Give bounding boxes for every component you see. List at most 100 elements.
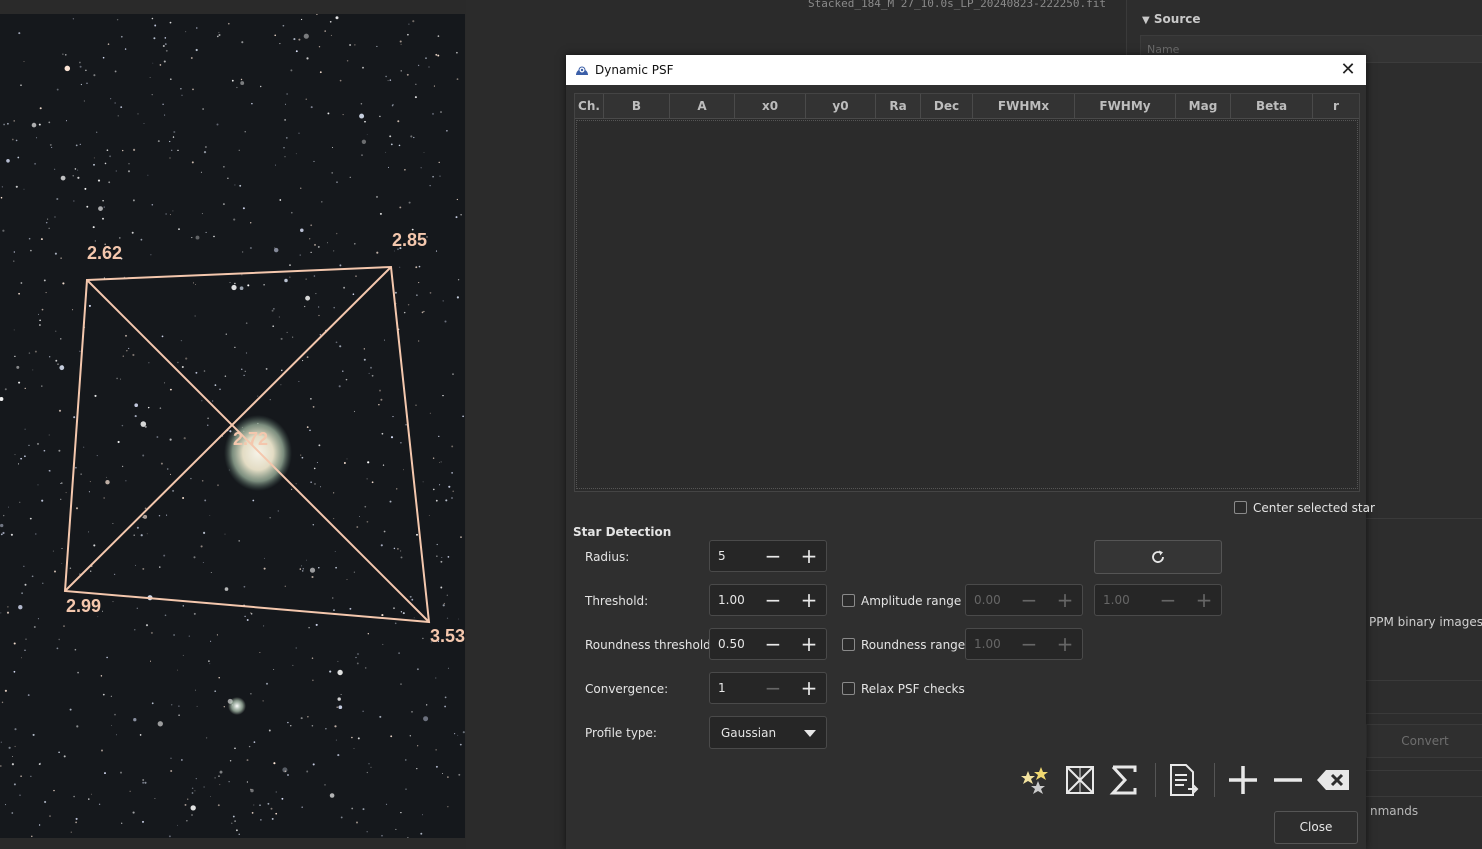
star-dot [273,762,276,765]
image-filename: Stacked_184_M 27_10.0s_LP_20240823-22225… [808,0,1107,10]
star-dot [318,314,320,317]
radius-spinner[interactable]: 5 − + [709,540,827,572]
column-header[interactable]: Ch. [575,94,604,118]
sum-icon[interactable] [1105,761,1143,799]
refresh-icon [1152,550,1164,563]
star-dot [379,715,382,718]
star-dot [203,151,207,154]
convergence-value[interactable]: 1 [718,681,726,695]
plus-icon[interactable]: + [792,629,826,659]
star-dot [154,24,157,27]
clear-all-icon[interactable] [1314,761,1352,799]
star-dot [200,171,202,173]
star-dot [290,725,292,727]
astro-image[interactable]: 2.62 2.85 2.72 2.99 3.53 [0,14,465,838]
star-dot [114,713,116,716]
roundness-threshold-spinner[interactable]: 0.50 − + [709,628,827,660]
column-header[interactable]: Mag [1176,94,1231,118]
star-dot [102,56,105,59]
star-dot [300,454,302,456]
star-dot [36,442,40,445]
export-list-icon[interactable] [1163,761,1201,799]
column-header[interactable]: Ra [876,94,921,118]
table-body[interactable] [576,120,1358,489]
column-header[interactable]: A [670,94,735,118]
star-dot [182,497,185,499]
amplitude-range-checkbox[interactable] [842,594,855,607]
column-header[interactable]: B [604,94,670,118]
plus-icon[interactable]: + [792,673,826,703]
star-dot [60,482,62,485]
roundness-range-checkbox[interactable] [842,638,855,651]
star-dot [306,426,309,428]
divider [1366,770,1482,771]
star-dot [216,634,218,636]
close-icon[interactable]: ✕ [1336,58,1360,82]
star-dot [151,17,154,20]
plus-icon[interactable]: + [792,585,826,615]
column-header[interactable]: FWHMy [1075,94,1176,118]
star-dot [178,714,180,717]
remove-star-icon[interactable] [1269,761,1307,799]
star-dot [417,745,419,747]
star-dot [223,706,225,708]
plus-icon[interactable]: + [792,541,826,571]
minus-icon[interactable]: − [756,585,790,615]
column-header[interactable]: y0 [806,94,876,118]
astro-image-canvas[interactable]: 2.62 2.85 2.72 2.99 3.53 [0,14,465,838]
star-dot [438,435,440,438]
star-dot [60,498,62,500]
star-dot [251,812,254,814]
profile-type-select[interactable]: Gaussian [709,716,827,749]
star-dot [349,607,352,610]
star-dot [157,140,160,143]
star-dot [23,565,25,567]
refresh-button[interactable] [1094,540,1222,574]
add-star-icon[interactable] [1224,761,1262,799]
star-dot [191,814,193,816]
star-dot [398,652,400,654]
star-dot [389,79,392,81]
relax-psf-checkbox[interactable] [842,682,855,695]
radius-value[interactable]: 5 [718,549,726,563]
star-dot [457,734,459,736]
star-dot [236,829,238,832]
dialog-titlebar[interactable]: Dynamic PSF ✕ [566,55,1366,85]
psf-results-table[interactable]: Ch. B A x0 y0 Ra Dec FWHMx FWHMy Mag Bet… [574,93,1360,492]
column-header[interactable]: r [1313,94,1359,118]
minus-icon[interactable]: − [756,541,790,571]
convert-button[interactable]: Convert [1366,724,1482,758]
star-dot [275,791,277,793]
star-dot [398,144,401,147]
column-header[interactable]: Dec [921,94,973,118]
star-dot [423,716,429,722]
threshold-value[interactable]: 1.00 [718,593,745,607]
column-header[interactable]: FWHMx [973,94,1075,118]
amplitude-max-value: 1.00 [1103,593,1130,607]
star-dot [164,37,167,39]
roundness-range-value: 1.00 [974,637,1001,651]
star-dot [307,716,309,718]
star-dot [400,70,402,72]
star-dot [238,149,240,151]
source-section-header[interactable]: ▼ Source [1142,12,1201,26]
star-dot [247,284,250,287]
fwhm-label-center: 2.72 [233,429,268,449]
column-header[interactable]: x0 [735,94,806,118]
star-dot [192,88,194,91]
column-header[interactable]: Beta [1231,94,1313,118]
center-selected-star-checkbox[interactable] [1234,501,1247,514]
star-dot [400,442,402,444]
convergence-spinner[interactable]: 1 − + [709,672,827,704]
roundness-threshold-value[interactable]: 0.50 [718,637,745,651]
close-button[interactable]: Close [1274,811,1358,844]
star-dot [356,662,359,665]
minus-icon[interactable]: − [756,629,790,659]
find-stars-icon[interactable] [1016,761,1054,799]
star-dot [446,617,449,619]
star-dot [432,457,435,459]
mirror-icon[interactable] [1061,761,1099,799]
threshold-spinner[interactable]: 1.00 − + [709,584,827,616]
star-dot [233,218,236,221]
star-dot [368,372,370,374]
